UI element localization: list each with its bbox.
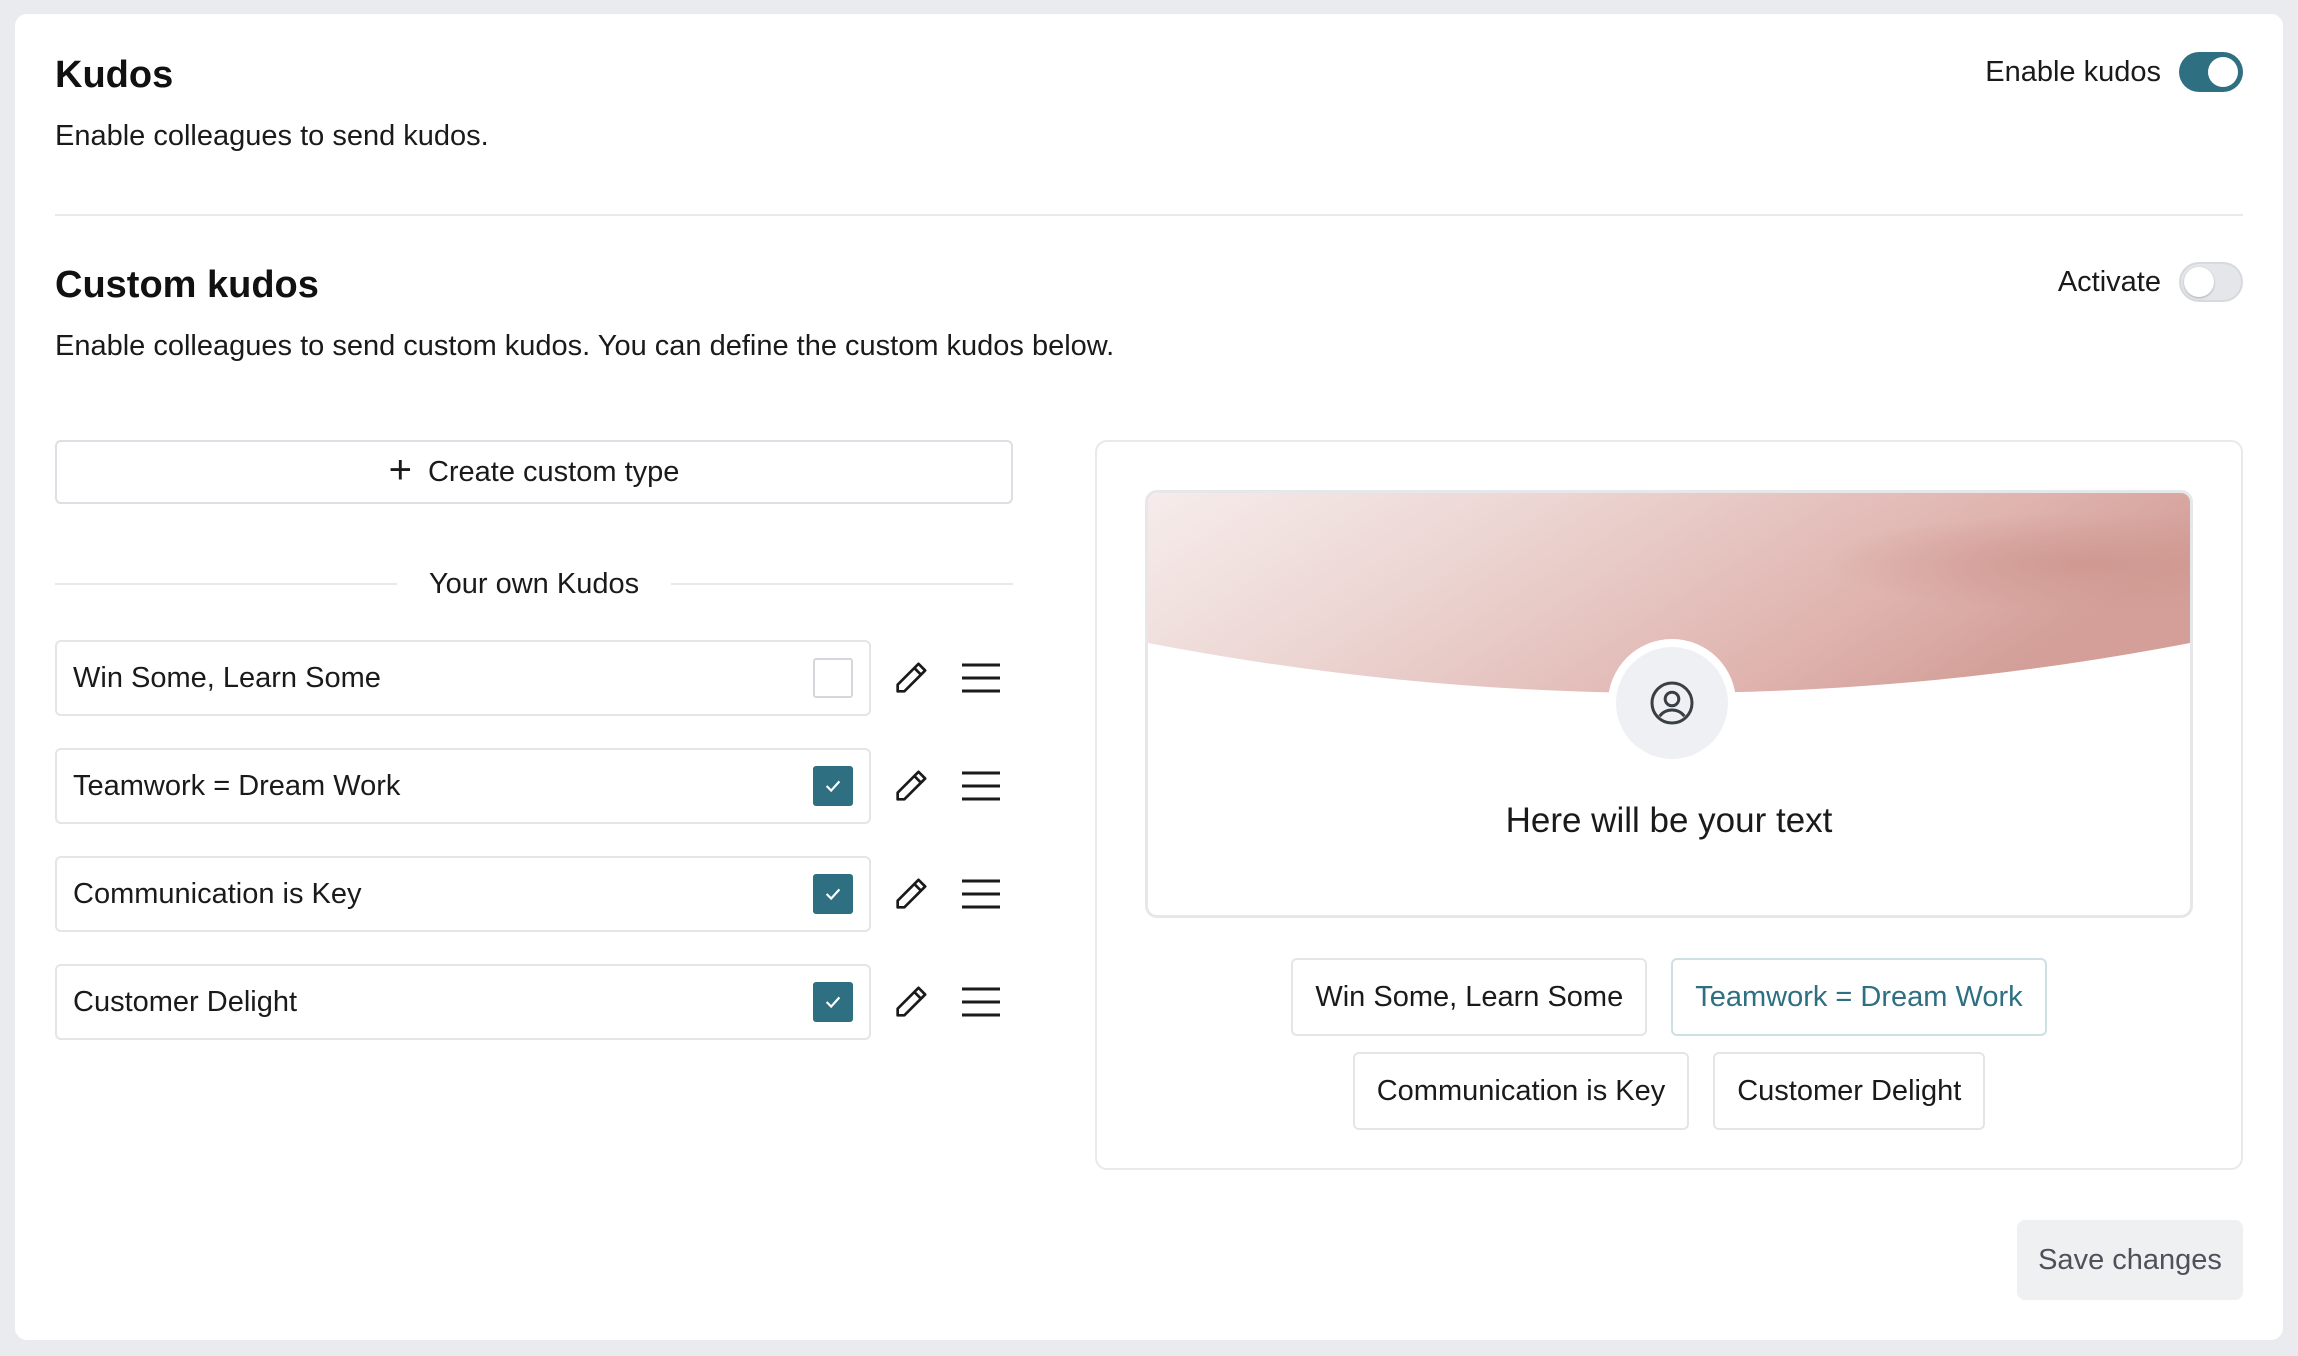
drag-handle-icon[interactable]	[959, 980, 1003, 1024]
kudo-chip-active[interactable]: Teamwork = Dream Work	[1671, 958, 2047, 1036]
kudo-field[interactable]: Win Some, Learn Some	[55, 640, 871, 716]
activate-row: Activate	[2058, 262, 2243, 302]
kudos-preview-panel: Here will be your text Win Some, Learn S…	[1095, 440, 2243, 1170]
kudo-checkbox[interactable]	[813, 766, 853, 806]
avatar-circle	[1616, 647, 1728, 759]
preview-chips: Win Some, Learn Some Teamwork = Dream Wo…	[1097, 958, 2241, 1146]
list-item: Communication is Key	[55, 856, 1015, 932]
kudo-checkbox[interactable]	[813, 658, 853, 698]
list-item: Customer Delight	[55, 964, 1015, 1040]
drag-handle-icon[interactable]	[959, 872, 1003, 916]
kudo-field[interactable]: Customer Delight	[55, 964, 871, 1040]
chip-row: Communication is Key Customer Delight	[1097, 1052, 2241, 1130]
list-item: Win Some, Learn Some	[55, 640, 1015, 716]
create-custom-type-button[interactable]: + Create custom type	[55, 440, 1013, 504]
toggle-knob	[2208, 57, 2238, 87]
kudo-preview-card: Here will be your text	[1145, 490, 2193, 918]
enable-kudos-row: Enable kudos	[1985, 52, 2243, 92]
settings-card: Kudos Enable colleagues to send kudos. E…	[15, 14, 2283, 1340]
kudo-field[interactable]: Teamwork = Dream Work	[55, 748, 871, 824]
avatar	[1608, 639, 1736, 767]
kudos-title: Kudos	[55, 54, 174, 96]
kudo-chip[interactable]: Customer Delight	[1713, 1052, 1986, 1130]
check-icon	[825, 888, 841, 901]
edit-pencil-icon[interactable]	[889, 872, 933, 916]
kudo-name: Customer Delight	[73, 985, 298, 1018]
save-changes-button[interactable]: Save changes	[2017, 1220, 2243, 1300]
kudo-chip[interactable]: Win Some, Learn Some	[1291, 958, 1648, 1036]
edit-pencil-icon[interactable]	[889, 764, 933, 808]
your-own-kudos-label: Your own Kudos	[428, 567, 640, 600]
plus-icon: +	[388, 448, 412, 492]
your-own-kudos-heading: Your own Kudos	[55, 564, 1014, 604]
list-item: Teamwork = Dream Work	[55, 748, 1015, 824]
edit-pencil-icon[interactable]	[889, 656, 933, 700]
kudos-description: Enable colleagues to send kudos.	[55, 120, 489, 152]
heading-line-right	[671, 583, 1014, 585]
kudo-chip[interactable]: Communication is Key	[1352, 1052, 1690, 1130]
kudo-field[interactable]: Communication is Key	[55, 856, 871, 932]
enable-kudos-toggle[interactable]	[2179, 52, 2243, 92]
drag-handle-icon[interactable]	[959, 656, 1003, 700]
preview-card-text: Here will be your text	[1505, 801, 1833, 840]
kudo-checkbox[interactable]	[813, 982, 853, 1022]
toggle-knob	[2184, 267, 2214, 297]
kudo-name: Teamwork = Dream Work	[73, 769, 401, 802]
user-circle-icon	[1650, 681, 1694, 725]
heading-line-left	[55, 583, 397, 585]
create-custom-type-label: Create custom type	[427, 455, 680, 488]
edit-pencil-icon[interactable]	[889, 980, 933, 1024]
custom-kudos-description: Enable colleagues to send custom kudos. …	[55, 330, 1115, 362]
kudo-name: Communication is Key	[73, 877, 362, 910]
kudo-name: Win Some, Learn Some	[73, 661, 381, 694]
enable-kudos-label: Enable kudos	[1985, 55, 2161, 88]
check-icon	[825, 996, 841, 1009]
activate-toggle[interactable]	[2179, 262, 2243, 302]
drag-handle-icon[interactable]	[959, 764, 1003, 808]
activate-label: Activate	[2057, 265, 2161, 298]
chip-row: Win Some, Learn Some Teamwork = Dream Wo…	[1097, 958, 2241, 1036]
custom-kudos-title: Custom kudos	[55, 264, 319, 306]
check-icon	[825, 780, 841, 793]
kudo-checkbox[interactable]	[813, 874, 853, 914]
section-divider	[55, 214, 2243, 216]
